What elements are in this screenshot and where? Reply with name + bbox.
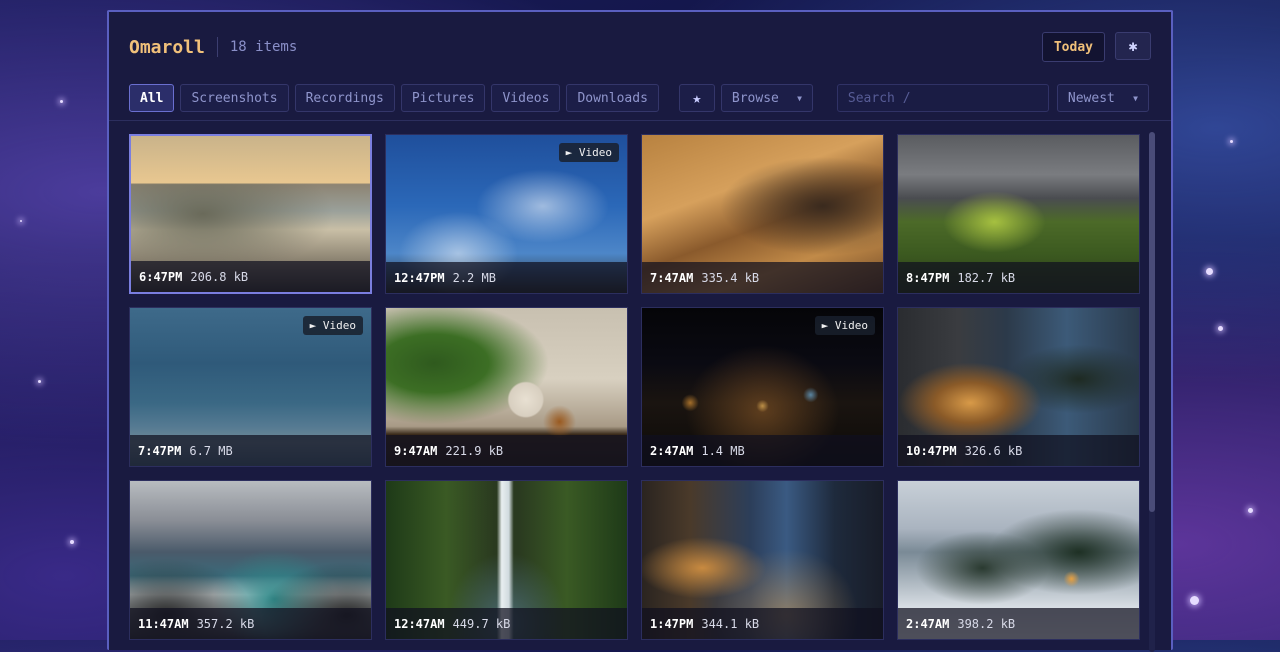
media-card[interactable]: 1:47PM 344.1 kB [641,480,884,640]
card-caption: 1:47PM 344.1 kB [642,608,883,639]
chevron-down-icon: ▼ [797,93,802,103]
media-card[interactable]: 12:47AM 449.7 kB [385,480,628,640]
title-bar: Omaroll 18 items Today ✱ [129,32,1151,62]
title-separator [216,37,218,57]
card-time: 6:47PM [139,269,183,284]
media-grid: 6:47PM 206.8 kB ► Video 12:47PM 2.2 MB 7:4… [129,134,1141,640]
favorites-button[interactable]: ★ [678,84,715,112]
chevron-down-icon: ▼ [1133,93,1138,103]
card-size: 1.4 MB [701,443,745,458]
background-star [1230,140,1233,143]
card-caption: 8:47PM 182.7 kB [898,262,1139,293]
video-badge: ► Video [814,316,875,335]
app-title: Omaroll [129,36,205,58]
card-time: 9:47AM [394,443,438,458]
card-caption: 7:47PM 6.7 MB [130,435,371,466]
media-card[interactable]: 6:47PM 206.8 kB [129,134,372,294]
media-card[interactable]: 8:47PM 182.7 kB [897,134,1140,294]
toolbar-divider [109,120,1171,121]
background-star [20,220,22,222]
card-time: 8:47PM [906,270,950,285]
card-size: 221.9 kB [445,443,504,458]
filter-toolbar: All Screenshots Recordings Pictures Vide… [129,84,1151,112]
item-count: 18 items [229,39,298,55]
video-badge: ► Video [302,316,363,335]
card-size: 206.8 kB [190,269,249,284]
media-card[interactable]: 10:47PM 326.6 kB [897,307,1140,467]
scrollbar-thumb[interactable] [1149,132,1155,512]
media-card[interactable]: 2:47AM 398.2 kB [897,480,1140,640]
background-star [1248,508,1253,513]
card-caption: 2:47AM 398.2 kB [898,608,1139,639]
background-star [70,540,74,544]
media-card[interactable]: 11:47AM 357.2 kB [129,480,372,640]
search-input[interactable]: Search / [836,84,1049,112]
background-star [1206,268,1213,275]
background-star [1190,596,1199,605]
sort-label: Newest [1067,90,1115,106]
today-button[interactable]: Today [1041,32,1105,62]
gear-icon: ✱ [1128,37,1138,55]
tab-all[interactable]: All [129,84,175,112]
tab-videos[interactable]: Videos [491,84,561,112]
browse-dropdown[interactable]: Browse ▼ [720,84,813,112]
card-time: 10:47PM [906,443,957,458]
card-size: 344.1 kB [701,616,760,631]
card-time: 2:47AM [906,616,950,631]
tab-downloads[interactable]: Downloads [566,84,659,112]
card-size: 357.2 kB [196,616,255,631]
card-time: 1:47PM [650,616,694,631]
card-time: 7:47AM [650,270,694,285]
card-size: 2.2 MB [452,270,496,285]
card-size: 182.7 kB [957,270,1016,285]
browse-label: Browse [731,90,779,106]
card-caption: 10:47PM 326.6 kB [898,435,1139,466]
tab-pictures[interactable]: Pictures [400,84,486,112]
card-caption: 7:47AM 335.4 kB [642,262,883,293]
card-caption: 9:47AM 221.9 kB [386,435,627,466]
sort-dropdown[interactable]: Newest ▼ [1056,84,1149,112]
settings-button[interactable]: ✱ [1115,32,1151,60]
card-time: 2:47AM [650,443,694,458]
background-star [1218,326,1223,331]
media-card[interactable]: ► Video 7:47PM 6.7 MB [129,307,372,467]
tab-recordings[interactable]: Recordings [294,84,395,112]
media-card[interactable]: 9:47AM 221.9 kB [385,307,628,467]
card-size: 398.2 kB [957,616,1016,631]
card-caption: 6:47PM 206.8 kB [131,261,370,292]
card-time: 11:47AM [138,616,189,631]
background-star [60,100,63,103]
star-icon: ★ [692,89,702,107]
background-star [38,380,41,383]
card-time: 12:47PM [394,270,445,285]
media-card[interactable]: ► Video 12:47PM 2.2 MB [385,134,628,294]
media-card[interactable]: 7:47AM 335.4 kB [641,134,884,294]
card-size: 449.7 kB [452,616,511,631]
card-caption: 11:47AM 357.2 kB [130,608,371,639]
card-time: 7:47PM [138,443,182,458]
card-time: 12:47AM [394,616,445,631]
media-card[interactable]: ► Video 2:47AM 1.4 MB [641,307,884,467]
card-size: 326.6 kB [964,443,1023,458]
card-caption: 12:47AM 449.7 kB [386,608,627,639]
card-size: 335.4 kB [701,270,760,285]
video-badge: ► Video [558,143,619,162]
app-window: Omaroll 18 items Today ✱ All Screenshots… [107,10,1173,652]
tab-screenshots[interactable]: Screenshots [180,84,289,112]
card-size: 6.7 MB [189,443,233,458]
header-actions: Today ✱ [1041,32,1151,62]
card-caption: 12:47PM 2.2 MB [386,262,627,293]
card-caption: 2:47AM 1.4 MB [642,435,883,466]
